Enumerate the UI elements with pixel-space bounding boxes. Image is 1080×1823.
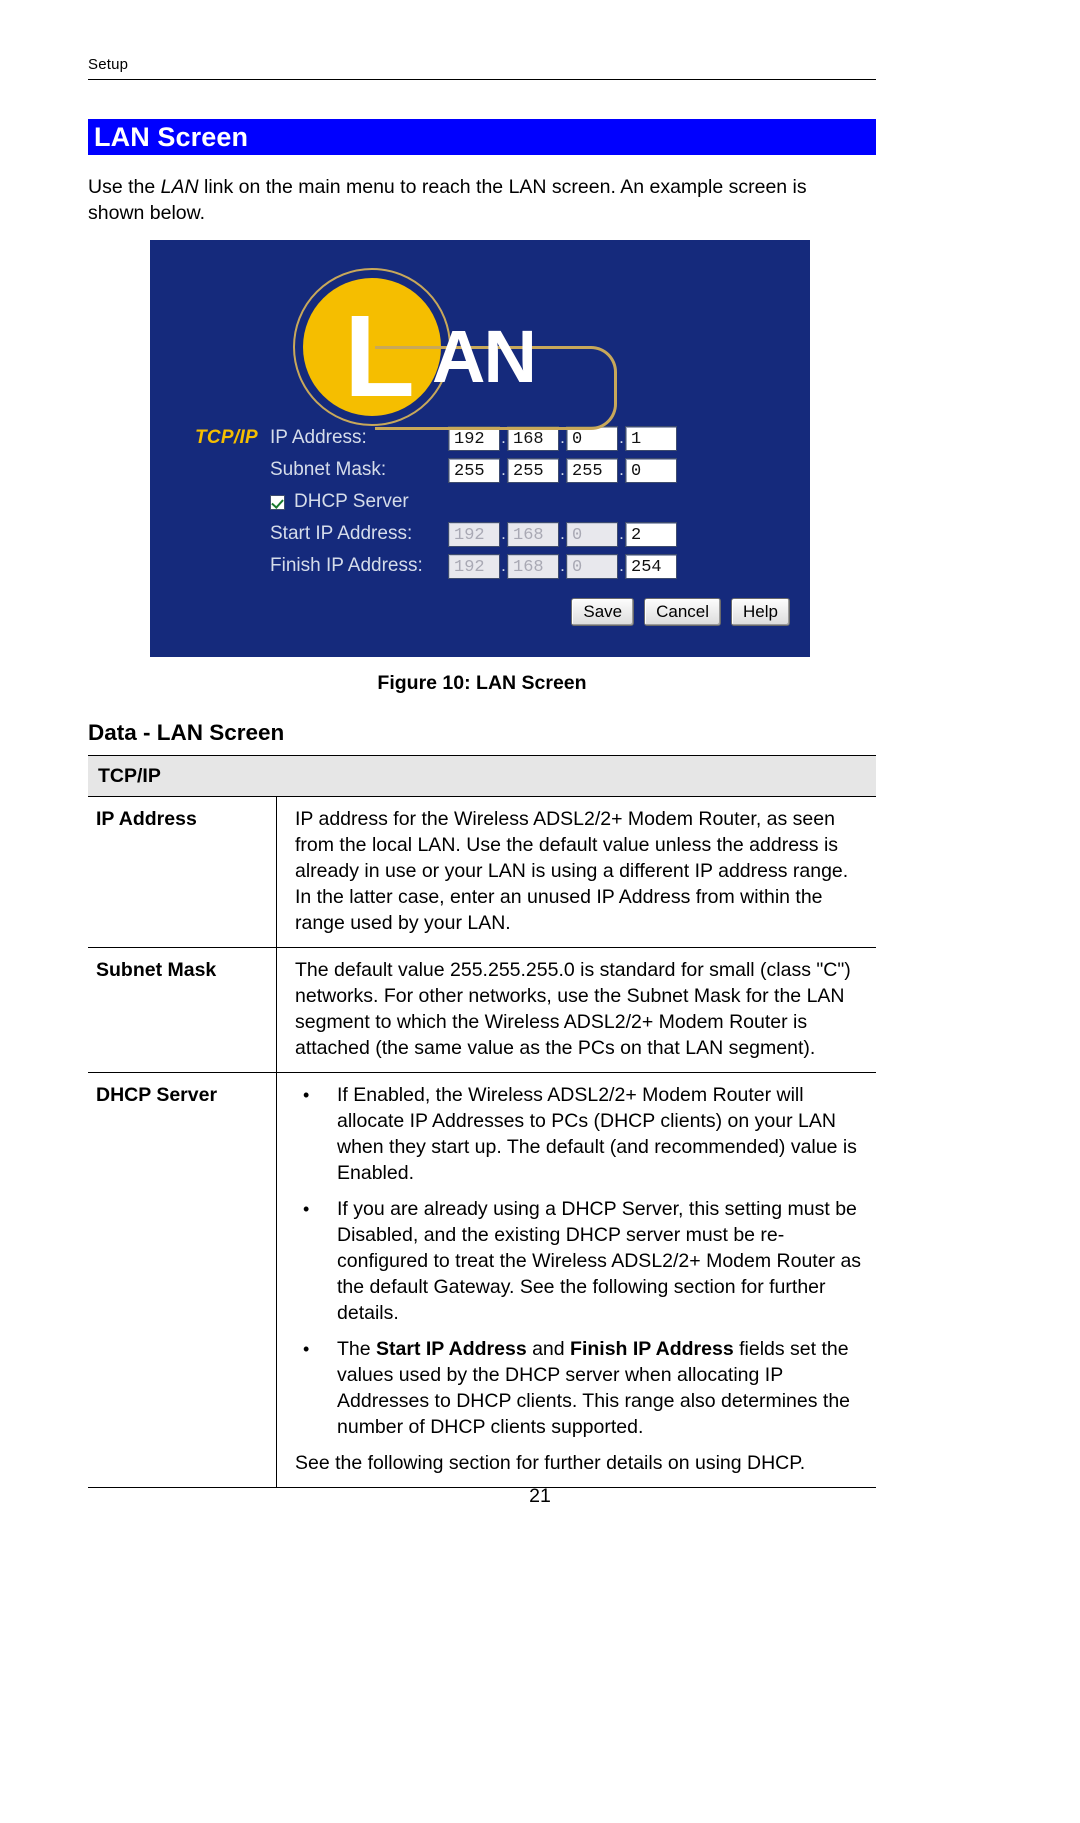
- dhcp-server-label: DHCP Server: [294, 491, 409, 512]
- row-key-subnet-mask: Subnet Mask: [88, 947, 277, 1073]
- subnet-mask-octets: 255 . 255 . 255 . 0: [448, 457, 677, 483]
- finish-ip-octet-3[interactable]: 0: [566, 553, 618, 579]
- table-section-header-label: TCP/IP: [88, 755, 876, 797]
- table-row: DHCP Server If Enabled, the Wireless ADS…: [88, 1072, 876, 1488]
- start-ip-octets: 192 . 168 . 0 . 2: [448, 521, 677, 547]
- section-title-banner: LAN Screen: [88, 119, 876, 155]
- subnet-mask-octet-4[interactable]: 0: [625, 457, 677, 483]
- octet-separator: .: [619, 428, 624, 447]
- cancel-button[interactable]: Cancel: [644, 598, 722, 626]
- octet-separator: .: [501, 428, 506, 447]
- start-ip-octet-2[interactable]: 168: [507, 521, 559, 547]
- data-section-heading: Data - LAN Screen: [88, 720, 285, 745]
- octet-separator: .: [501, 524, 506, 543]
- bullet-text-1: If Enabled, the Wireless ADSL2/2+ Modem …: [337, 1084, 857, 1184]
- start-ip-label: Start IP Address:: [270, 523, 413, 544]
- list-item: If you are already using a DHCP Server, …: [295, 1196, 866, 1326]
- octet-separator: .: [619, 524, 624, 543]
- help-button[interactable]: Help: [731, 598, 790, 626]
- lan-settings-form: TCP/IP IP Address: 192 . 168 . 0 . 1 Sub…: [150, 422, 810, 626]
- bullet-text-3-bold2: Finish IP Address: [570, 1338, 734, 1360]
- bullet-text-3-pre: The: [337, 1338, 377, 1360]
- intro-paragraph: Use the LAN link on the main menu to rea…: [88, 174, 858, 226]
- finish-ip-octets: 192 . 168 . 0 . 254: [448, 553, 677, 579]
- table-row: Subnet Mask The default value 255.255.25…: [88, 947, 876, 1073]
- row-key-dhcp-server: DHCP Server: [88, 1072, 277, 1488]
- dhcp-trailing-note: See the following section for further de…: [295, 1452, 806, 1474]
- finish-ip-octet-2[interactable]: 168: [507, 553, 559, 579]
- form-row-dhcp-server: DHCP Server: [150, 486, 810, 518]
- table-section-header-row: TCP/IP: [88, 755, 876, 797]
- row-value-dhcp-server: If Enabled, the Wireless ADSL2/2+ Modem …: [276, 1072, 876, 1488]
- intro-text-part1: Use the: [88, 176, 161, 198]
- intro-emphasis: LAN: [160, 176, 199, 198]
- row-value-subnet-mask: The default value 255.255.255.0 is stand…: [276, 947, 876, 1073]
- running-header: Setup: [88, 56, 876, 80]
- page-title: LAN Screen: [94, 121, 249, 152]
- bullet-text-3-bold1: Start IP Address: [376, 1338, 527, 1360]
- ip-address-octet-4[interactable]: 1: [625, 425, 677, 451]
- bullet-text-2: If you are already using a DHCP Server, …: [337, 1198, 862, 1324]
- subnet-mask-octet-2[interactable]: 255: [507, 457, 559, 483]
- finish-ip-octet-1[interactable]: 192: [448, 553, 500, 579]
- octet-separator: .: [560, 460, 565, 479]
- subnet-mask-octet-3[interactable]: 255: [566, 457, 618, 483]
- logo-word-an: AN: [432, 315, 537, 398]
- start-ip-octet-3[interactable]: 0: [566, 521, 618, 547]
- octet-separator: .: [560, 556, 565, 575]
- octet-separator: .: [501, 460, 506, 479]
- lan-logo: L AN: [150, 258, 810, 443]
- document-page: Setup LAN Screen Use the LAN link on the…: [0, 0, 1080, 1823]
- list-item: If Enabled, the Wireless ADSL2/2+ Modem …: [295, 1082, 866, 1186]
- table-row: IP Address IP address for the Wireless A…: [88, 796, 876, 948]
- octet-separator: .: [560, 524, 565, 543]
- form-row-finish-ip: Finish IP Address: 192 . 168 . 0 . 254: [150, 550, 810, 582]
- finish-ip-octet-4[interactable]: 254: [625, 553, 677, 579]
- lan-screen-figure: L AN TCP/IP IP Address: 192 . 168 . 0 . …: [150, 240, 810, 657]
- ip-address-label: IP Address:: [270, 427, 367, 448]
- start-ip-octet-4[interactable]: 2: [625, 521, 677, 547]
- row-key-ip-address: IP Address: [88, 796, 277, 948]
- figure-caption: Figure 10: LAN Screen: [377, 672, 587, 694]
- tcpip-group-label: TCP/IP: [194, 427, 258, 448]
- dhcp-server-checkbox[interactable]: [270, 494, 285, 510]
- form-row-subnet-mask: Subnet Mask: 255 . 255 . 255 . 0: [150, 454, 810, 486]
- page-number: 21: [529, 1485, 551, 1507]
- running-head-label: Setup: [88, 56, 129, 73]
- octet-separator: .: [560, 428, 565, 447]
- start-ip-octet-1[interactable]: 192: [448, 521, 500, 547]
- bullet-text-3-mid: and: [526, 1338, 571, 1360]
- dhcp-bullet-list: If Enabled, the Wireless ADSL2/2+ Modem …: [295, 1082, 866, 1440]
- row-value-ip-address: IP address for the Wireless ADSL2/2+ Mod…: [276, 796, 876, 948]
- octet-separator: .: [619, 556, 624, 575]
- finish-ip-label: Finish IP Address:: [270, 555, 423, 576]
- subnet-mask-label: Subnet Mask:: [270, 459, 387, 480]
- form-button-row: Save Cancel Help: [150, 598, 810, 626]
- octet-separator: .: [501, 556, 506, 575]
- save-button[interactable]: Save: [571, 598, 635, 626]
- header-rule: [88, 79, 876, 80]
- list-item: The Start IP Address and Finish IP Addre…: [295, 1336, 866, 1440]
- subnet-mask-octet-1[interactable]: 255: [448, 457, 500, 483]
- octet-separator: .: [619, 460, 624, 479]
- data-table: TCP/IP IP Address IP address for the Wir…: [88, 755, 876, 1488]
- form-row-start-ip: Start IP Address: 192 . 168 . 0 . 2: [150, 518, 810, 550]
